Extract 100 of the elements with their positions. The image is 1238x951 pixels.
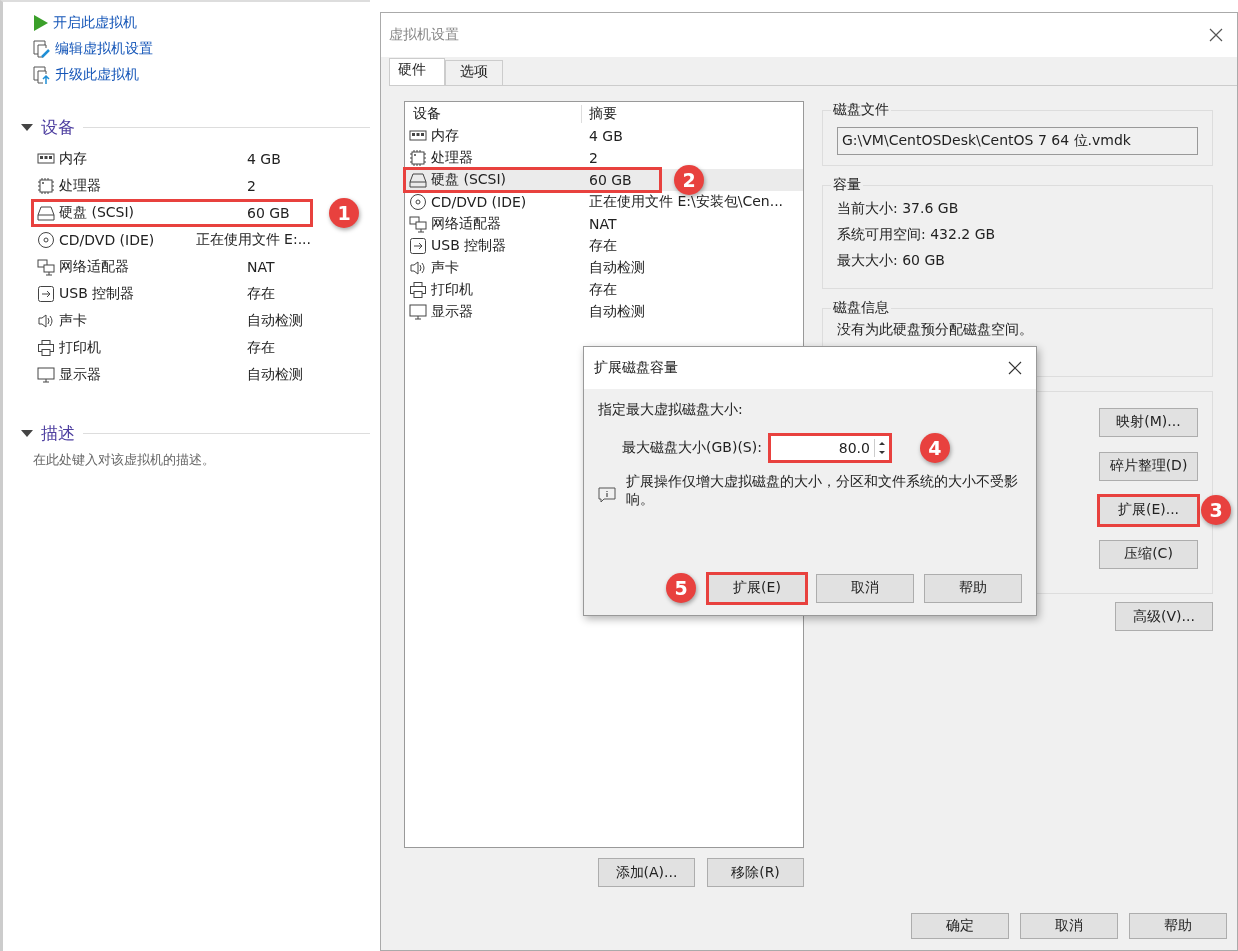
device-name: 声卡: [59, 311, 88, 330]
dialog-button[interactable]: 扩展(E): [708, 573, 806, 603]
monitor-icon: [409, 303, 427, 321]
disc-icon: [409, 193, 427, 211]
section-title: 描述: [41, 422, 75, 445]
tab[interactable]: 选项: [445, 60, 503, 85]
close-icon[interactable]: [1209, 28, 1223, 42]
dialog-button[interactable]: 取消: [816, 573, 914, 603]
device-summary: NAT: [589, 216, 617, 232]
file-path-field[interactable]: G:\VM\CentOSDesk\CentOS 7 64 位.vmdk: [837, 127, 1198, 155]
step-badge: 2: [674, 165, 704, 195]
capacity-text: 当前大小: 37.6 GB: [837, 200, 960, 218]
column-header[interactable]: 设备: [405, 105, 582, 123]
step-badge: 5: [666, 573, 696, 603]
group-title: 磁盘信息: [832, 299, 890, 317]
device-summary: 自动检测: [247, 365, 303, 384]
section-title: 设备: [41, 116, 75, 139]
speaker-icon: [37, 311, 55, 330]
play-icon: [33, 14, 49, 32]
dialog-button[interactable]: 确定: [911, 913, 1009, 939]
list-button[interactable]: 移除(R): [707, 858, 804, 887]
device-name: 硬盘 (SCSI): [431, 171, 508, 189]
device-summary: 60 GB: [247, 204, 290, 221]
collapse-icon[interactable]: [21, 123, 33, 132]
device-name: 网络适配器: [59, 257, 130, 276]
prompt-text: 指定最大虚拟磁盘大小:: [598, 401, 744, 419]
device-row[interactable]: 打印机 存在: [33, 335, 311, 360]
step-badge: 1: [329, 197, 359, 228]
window-title: 虚拟机设置: [389, 26, 459, 44]
step-badge: 4: [919, 433, 950, 463]
close-icon[interactable]: [1008, 361, 1022, 375]
column-header[interactable]: 摘要: [582, 105, 617, 123]
device-row[interactable]: 网络适配器 NAT: [405, 213, 803, 235]
device-summary: NAT: [247, 258, 275, 275]
collapse-icon[interactable]: [21, 429, 33, 438]
note-text: 扩展操作仅增大虚拟磁盘的大小，分区和文件系统的大小不受影响。: [626, 473, 1019, 509]
advanced-button[interactable]: 高级(V)...: [1115, 602, 1213, 631]
device-row[interactable]: 打印机 存在: [405, 279, 803, 301]
size-spin-field[interactable]: 80.0: [769, 435, 890, 461]
printer-icon: [409, 281, 427, 299]
dialog-button[interactable]: 帮助: [1129, 913, 1227, 939]
device-name: USB 控制器: [59, 284, 136, 303]
device-row[interactable]: 网络适配器 NAT: [33, 254, 311, 279]
step-badge: 3: [1201, 495, 1231, 525]
device-row[interactable]: 内存 4 GB: [405, 125, 803, 147]
tab[interactable]: 硬件: [389, 58, 445, 85]
network-icon: [37, 257, 55, 276]
usb-icon: [409, 237, 427, 255]
device-summary: 存在: [589, 237, 617, 255]
action-link[interactable]: 编辑虚拟机设置: [33, 38, 153, 60]
group-title: 磁盘文件: [832, 101, 890, 119]
action-link[interactable]: 开启此虚拟机: [33, 12, 137, 34]
monitor-icon: [37, 365, 55, 384]
action-link[interactable]: 升级此虚拟机: [33, 64, 139, 86]
device-name: USB 控制器: [431, 237, 508, 255]
device-name: 声卡: [431, 259, 460, 277]
usb-icon: [37, 284, 55, 303]
device-name: 硬盘 (SCSI): [59, 203, 136, 222]
device-row[interactable]: 硬盘 (SCSI) 60 GB: [33, 200, 311, 225]
device-row[interactable]: CD/DVD (IDE) 正在使用文件 E:...: [33, 227, 311, 252]
device-summary: 正在使用文件 E:...: [195, 230, 311, 249]
processor-icon: [37, 176, 55, 195]
device-row[interactable]: 显示器 自动检测: [405, 301, 803, 323]
device-summary: 4 GB: [589, 128, 623, 144]
list-button[interactable]: 添加(A)...: [598, 858, 695, 887]
device-name: 显示器: [431, 303, 474, 321]
device-name: CD/DVD (IDE): [431, 194, 528, 210]
device-name: 显示器: [59, 365, 102, 384]
capacity-text: 最大大小: 60 GB: [837, 252, 946, 270]
device-summary: 4 GB: [247, 150, 281, 167]
device-row[interactable]: 处理器 2: [33, 173, 311, 198]
device-row[interactable]: 显示器 自动检测: [33, 362, 311, 387]
device-row[interactable]: 声卡 自动检测: [405, 257, 803, 279]
device-name: 打印机: [431, 281, 474, 299]
device-summary: 2: [589, 150, 598, 166]
dialog-button[interactable]: 取消: [1020, 913, 1118, 939]
network-icon: [409, 215, 427, 233]
device-name: 处理器: [431, 149, 474, 167]
device-row[interactable]: 声卡 自动检测: [33, 308, 311, 333]
device-row[interactable]: 内存 4 GB: [33, 146, 311, 171]
dialog-button[interactable]: 帮助: [924, 573, 1022, 603]
speaker-icon: [409, 259, 427, 277]
device-row[interactable]: USB 控制器 存在: [33, 281, 311, 306]
description-placeholder[interactable]: 在此处键入对该虚拟机的描述。: [33, 451, 370, 469]
utility-button[interactable]: 映射(M)...: [1099, 407, 1198, 437]
dialog-title: 扩展磁盘容量: [594, 359, 678, 377]
device-summary: 正在使用文件 E:\安装包\Cen...: [589, 193, 784, 211]
settings-edit-icon: [33, 40, 51, 58]
device-name: 内存: [59, 149, 88, 168]
device-name: 网络适配器: [431, 215, 502, 233]
capacity-text: 系统可用空间: 432.2 GB: [837, 226, 997, 244]
device-summary: 存在: [247, 338, 275, 357]
device-row[interactable]: USB 控制器 存在: [405, 235, 803, 257]
upgrade-icon: [33, 66, 51, 84]
device-summary: 自动检测: [247, 311, 303, 330]
utility-button[interactable]: 扩展(E)...: [1099, 495, 1198, 525]
info-icon: [598, 487, 616, 503]
device-summary: 存在: [589, 281, 617, 299]
utility-button[interactable]: 碎片整理(D): [1099, 451, 1198, 481]
utility-button[interactable]: 压缩(C): [1099, 539, 1198, 569]
